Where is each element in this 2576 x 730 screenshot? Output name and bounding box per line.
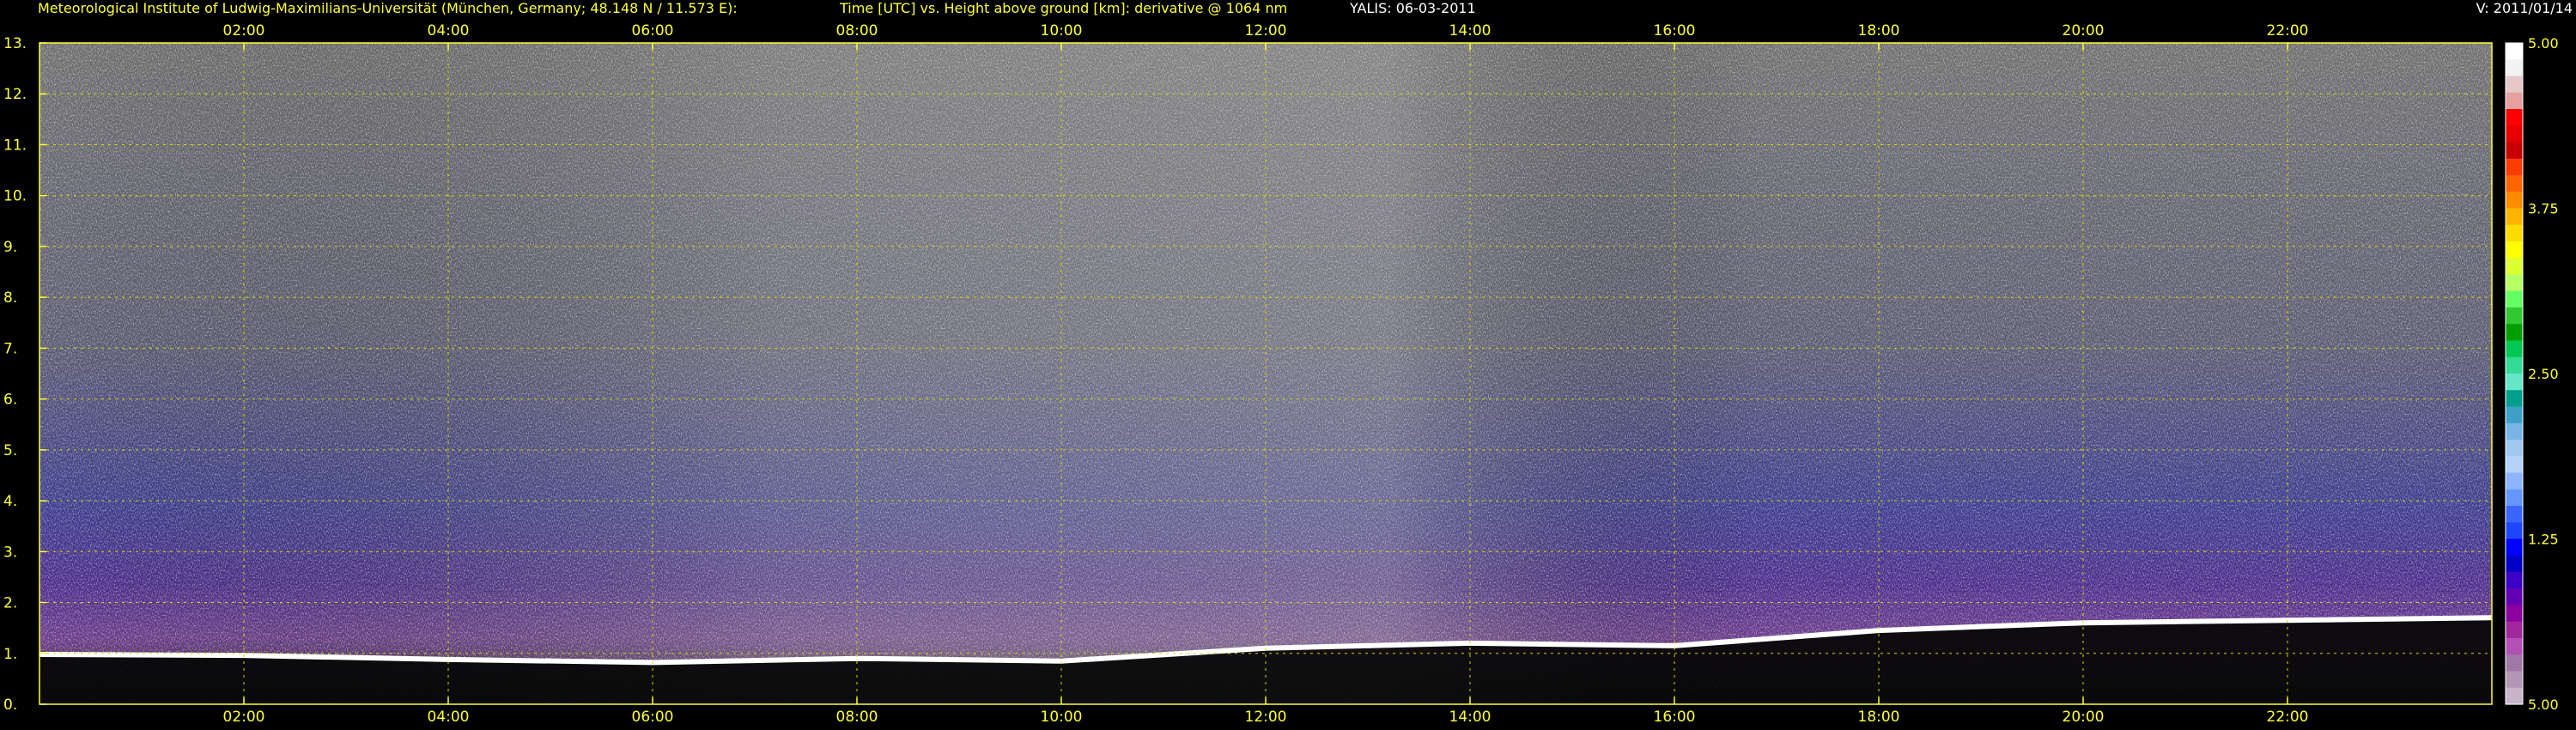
x-tick-label-top: 18:00	[1858, 22, 1900, 40]
colorbar-label: 5.00	[2528, 697, 2559, 713]
x-tick-label-bottom: 20:00	[2063, 709, 2105, 726]
colorbar-segment	[2506, 158, 2523, 176]
colorbar-segment	[2506, 258, 2523, 276]
x-tick-label-bottom: 18:00	[1858, 709, 1900, 726]
colorbar-segment	[2506, 76, 2523, 94]
colorbar-segment	[2506, 440, 2523, 457]
y-tick-label: 8.	[3, 289, 17, 307]
y-tick-label: 4.	[3, 493, 17, 510]
colorbar-segment	[2506, 92, 2523, 110]
colorbar-segment	[2506, 654, 2523, 672]
x-tick-label-top: 16:00	[1654, 22, 1696, 40]
colorbar-segment	[2506, 423, 2523, 441]
y-tick-label: 6.	[3, 392, 17, 409]
colorbar-segment	[2506, 638, 2523, 655]
colorbar-label: 3.75	[2528, 201, 2559, 217]
x-tick-label-bottom: 10:00	[1041, 709, 1083, 726]
x-tick-label-bottom: 16:00	[1654, 709, 1696, 726]
x-tick-label-top: 14:00	[1449, 22, 1492, 40]
colorbar-segment	[2506, 224, 2523, 242]
colorbar-segment	[2506, 340, 2523, 358]
lidar-plot-window: Meteorological Institute of Ludwig-Maxim…	[0, 0, 2576, 730]
x-tick-label-top: 22:00	[2267, 22, 2309, 40]
colorbar-segment	[2506, 406, 2523, 424]
colorbar-segment	[2506, 142, 2523, 160]
colorbar-segment	[2506, 208, 2523, 226]
colorbar-segment	[2506, 274, 2523, 292]
x-tick-label-bottom: 06:00	[632, 709, 674, 726]
colorbar-segment	[2506, 241, 2523, 259]
colorbar-segment	[2506, 522, 2523, 540]
x-tick-label-bottom: 04:00	[428, 709, 470, 726]
colorbar-segment	[2506, 43, 2523, 60]
x-tick-label-bottom: 02:00	[223, 709, 265, 726]
x-tick-label-top: 20:00	[2063, 22, 2105, 40]
x-tick-label-bottom: 12:00	[1245, 709, 1287, 726]
colorbar-label: 5.00	[2528, 35, 2559, 52]
y-tick-label: 7.	[3, 340, 17, 357]
colorbar-segment	[2506, 555, 2523, 573]
colorbar-label: 1.25	[2528, 532, 2559, 548]
colorbar-segment	[2506, 572, 2523, 589]
colorbar-segment	[2506, 390, 2523, 408]
y-tick-label: 0.	[3, 697, 17, 714]
x-tick-label-top: 10:00	[1041, 22, 1083, 40]
colorbar-segment	[2506, 605, 2523, 623]
colorbar-segment	[2506, 456, 2523, 474]
y-tick-label: 9.	[3, 239, 17, 256]
y-tick-label: 10.	[3, 188, 27, 205]
colorbar-segment	[2506, 489, 2523, 507]
x-tick-label-bottom: 22:00	[2267, 709, 2309, 726]
colorbar: 5.00 3.75 2.50 1.25 5.00	[2505, 35, 2559, 713]
colorbar-segment	[2506, 290, 2523, 308]
y-tick-label: 11.	[3, 137, 27, 154]
x-tick-label-bottom: 14:00	[1449, 709, 1492, 726]
y-tick-label: 12.	[3, 86, 27, 103]
colorbar-segment	[2506, 374, 2523, 391]
colorbar-segment	[2506, 175, 2523, 192]
colorbar-segment	[2506, 356, 2523, 374]
x-tick-label-top: 06:00	[632, 22, 674, 40]
colorbar-label: 2.50	[2528, 366, 2559, 382]
y-tick-label: 1.	[3, 646, 17, 663]
colorbar-segment	[2506, 472, 2523, 490]
y-tick-label: 3.	[3, 544, 17, 561]
y-tick-label: 5.	[3, 442, 17, 459]
x-tick-label-top: 02:00	[223, 22, 265, 40]
y-tick-label: 13.	[3, 35, 27, 52]
x-tick-label-top: 04:00	[428, 22, 470, 40]
colorbar-segment	[2506, 687, 2523, 705]
colorbar-segment	[2506, 506, 2523, 523]
chart-svg: 02:00 02:00 04:00 04:00 06:00 06:00 08:00 08:00…	[3, 22, 2559, 726]
colorbar-segment	[2506, 671, 2523, 689]
colorbar-segment	[2506, 538, 2523, 557]
colorbar-segment	[2506, 109, 2523, 126]
colorbar-segment	[2506, 125, 2523, 143]
colorbar-segment	[2506, 588, 2523, 606]
colorbar-segment	[2506, 307, 2523, 325]
colorbar-segment	[2506, 192, 2523, 210]
y-tick-label: 2.	[3, 595, 17, 612]
colorbar-segment	[2506, 59, 2523, 77]
x-tick-label-top: 08:00	[836, 22, 878, 40]
colorbar-segment	[2506, 621, 2523, 639]
colorbar-segment	[2506, 324, 2523, 342]
x-tick-label-top: 12:00	[1245, 22, 1287, 40]
x-tick-label-bottom: 08:00	[836, 709, 878, 726]
